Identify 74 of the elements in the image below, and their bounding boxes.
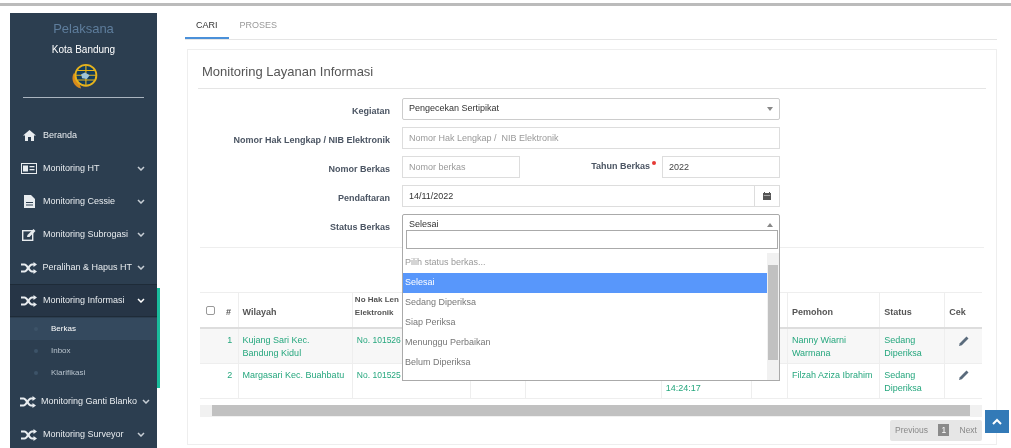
- table-cell: No. 101525: [356, 369, 401, 380]
- table-cell: 14:24:17: [665, 382, 701, 393]
- input-field[interactable]: Nomor berkas: [402, 156, 520, 178]
- field-label: Nomor Berkas: [328, 164, 390, 174]
- chevron-down-icon: [137, 432, 145, 437]
- column-header: Pemohon: [791, 306, 833, 317]
- field-label: Nomor Hak Lengkap / NIB Elektronik: [233, 135, 390, 145]
- horizontal-scrollbar[interactable]: [200, 404, 982, 417]
- column-header: Wilayah: [242, 306, 277, 317]
- dropdown-option[interactable]: Siap Periksa: [403, 313, 767, 333]
- tab[interactable]: CARI: [185, 14, 229, 39]
- field-label: Status Berkas: [329, 222, 390, 232]
- menu-item[interactable]: Peralihan & Hapus HT: [10, 251, 157, 284]
- menu-item[interactable]: Monitoring HT: [10, 152, 157, 185]
- field-label: Pendaftaran: [338, 193, 390, 203]
- shuffle-icon: [21, 428, 37, 441]
- table-cell: Kujang Sari Kec. Bandung Kidul: [242, 335, 310, 358]
- table-cell: 1: [227, 335, 233, 345]
- office-name: Kota Bandung: [51, 42, 116, 57]
- pencil-icon: [958, 335, 969, 346]
- id-card-icon: [21, 163, 37, 174]
- dropdown-option[interactable]: Menunggu Perbaikan: [403, 333, 767, 353]
- input-field[interactable]: Nomor Hak Lengkap / NIB Elektronik: [402, 127, 780, 149]
- sidebar-title: Pelaksana: [52, 20, 115, 38]
- calendar-icon: [763, 192, 771, 200]
- kegiatan-select[interactable]: Pengecekan Sertipikat: [402, 98, 780, 120]
- chevron-down-icon: [137, 166, 145, 171]
- vertical-scrollbar[interactable]: [767, 253, 779, 380]
- chevron-down-icon: [137, 199, 145, 204]
- submenu-item[interactable]: Berkas: [10, 318, 157, 340]
- column-header: Elektronik: [354, 307, 394, 319]
- table-cell: Sedang Diperiksa: [884, 335, 922, 358]
- menu-item[interactable]: Beranda: [10, 119, 157, 152]
- chevron-down-icon: [137, 232, 145, 237]
- pencil-icon: [958, 370, 969, 381]
- edit-icon: [22, 228, 36, 241]
- document-icon: [23, 195, 35, 208]
- field-label: Tahun Berkas: [591, 160, 650, 174]
- column-header: #: [226, 306, 232, 317]
- back-to-top-button[interactable]: [985, 410, 1009, 433]
- dropdown-option[interactable]: Belum Diperiksa: [403, 353, 767, 373]
- column-header: Status: [884, 306, 912, 317]
- submenu-item[interactable]: Klarifikasi: [10, 362, 157, 384]
- table-cell: Margasari Kec. Buahbatu: [242, 369, 345, 380]
- table-cell: 2: [227, 369, 233, 380]
- menu-item[interactable]: Monitoring Surveyor: [10, 418, 157, 448]
- shuffle-icon: [20, 261, 37, 274]
- panel-title: Monitoring Layanan Informasi: [202, 64, 374, 79]
- checkbox[interactable]: [206, 305, 215, 315]
- table-cell: No. 101526: [356, 335, 401, 345]
- date-field[interactable]: 14/11/2022: [402, 185, 755, 207]
- field-label: Kegiatan: [352, 106, 390, 116]
- menu-item[interactable]: Monitoring Cessie: [10, 185, 157, 218]
- menu-item[interactable]: Monitoring Informasi: [10, 284, 157, 317]
- home-icon: [22, 130, 36, 141]
- shuffle-icon: [21, 294, 37, 307]
- dropdown-option[interactable]: Sedang Diperiksa: [403, 293, 767, 313]
- search-field[interactable]: [406, 230, 778, 249]
- calendar-button[interactable]: [755, 185, 780, 207]
- column-header: No Hak Len: [354, 294, 399, 306]
- column-header: Cek: [949, 306, 966, 317]
- submenu-item[interactable]: Inbox: [10, 340, 157, 362]
- menu-item[interactable]: Monitoring Subrogasi: [10, 218, 157, 251]
- shuffle-icon: [20, 395, 36, 408]
- table-cell: Sedang Diperiksa: [884, 369, 922, 393]
- table-cell: Nanny Wiarni Warmana: [791, 335, 846, 358]
- input-field[interactable]: 2022: [662, 156, 780, 178]
- caret-down-icon: [767, 107, 773, 111]
- table-cell: Filzah Aziza Ibrahim: [791, 369, 873, 380]
- chevron-up-icon: [992, 418, 1002, 425]
- chevron-down-icon: [137, 298, 145, 303]
- chevron-down-icon: [137, 265, 145, 270]
- menu-item[interactable]: Monitoring Ganti Blanko: [10, 385, 157, 418]
- chevron-down-icon: [142, 399, 151, 404]
